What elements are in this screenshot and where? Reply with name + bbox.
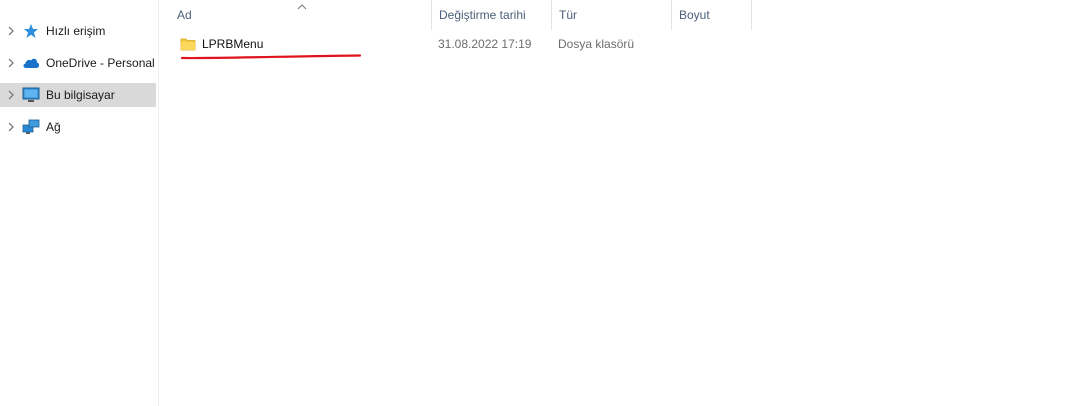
nav-item-network[interactable]: Ağ bbox=[0, 115, 156, 139]
computer-icon bbox=[22, 86, 40, 104]
nav-item-onedrive[interactable]: OneDrive - Personal bbox=[0, 51, 156, 75]
nav-label-this-pc: Bu bilgisayar bbox=[46, 88, 115, 102]
file-name-cell[interactable]: LPRBMenu bbox=[180, 33, 263, 55]
star-icon bbox=[22, 22, 40, 40]
column-header-date[interactable]: Değiştirme tarihi bbox=[432, 0, 552, 30]
nav-label-onedrive: OneDrive - Personal bbox=[46, 56, 155, 70]
nav-item-quick-access[interactable]: Hızlı erişim bbox=[0, 19, 156, 43]
column-header-bar: Ad Değiştirme tarihi Tür Boyut bbox=[170, 0, 752, 30]
column-header-type[interactable]: Tür bbox=[552, 0, 672, 30]
chevron-right-icon[interactable] bbox=[6, 122, 16, 132]
column-header-name-label: Ad bbox=[177, 8, 192, 22]
file-name: LPRBMenu bbox=[202, 37, 264, 51]
nav-label-quick-access: Hızlı erişim bbox=[46, 24, 106, 38]
cloud-icon bbox=[22, 54, 40, 72]
chevron-right-icon[interactable] bbox=[6, 58, 16, 68]
column-header-size-label: Boyut bbox=[679, 8, 710, 22]
file-type: Dosya klasörü bbox=[558, 37, 635, 51]
nav-item-this-pc[interactable]: Bu bilgisayar bbox=[0, 83, 156, 107]
column-header-name[interactable]: Ad bbox=[170, 0, 432, 30]
file-row[interactable]: LPRBMenu 31.08.2022 17:19 Dosya klasörü bbox=[170, 33, 752, 55]
column-header-date-label: Değiştirme tarihi bbox=[439, 8, 526, 22]
folder-icon bbox=[180, 38, 196, 51]
navigation-pane: Hızlı erişim OneDrive - Personal Bu bilg… bbox=[0, 0, 159, 406]
network-icon bbox=[22, 118, 40, 136]
annotation-underline bbox=[180, 54, 362, 60]
nav-label-network: Ağ bbox=[46, 120, 61, 134]
column-header-type-label: Tür bbox=[559, 8, 577, 22]
chevron-right-icon[interactable] bbox=[6, 90, 16, 100]
file-date: 31.08.2022 17:19 bbox=[438, 37, 532, 51]
chevron-right-icon[interactable] bbox=[6, 26, 16, 36]
column-header-size[interactable]: Boyut bbox=[672, 0, 752, 30]
